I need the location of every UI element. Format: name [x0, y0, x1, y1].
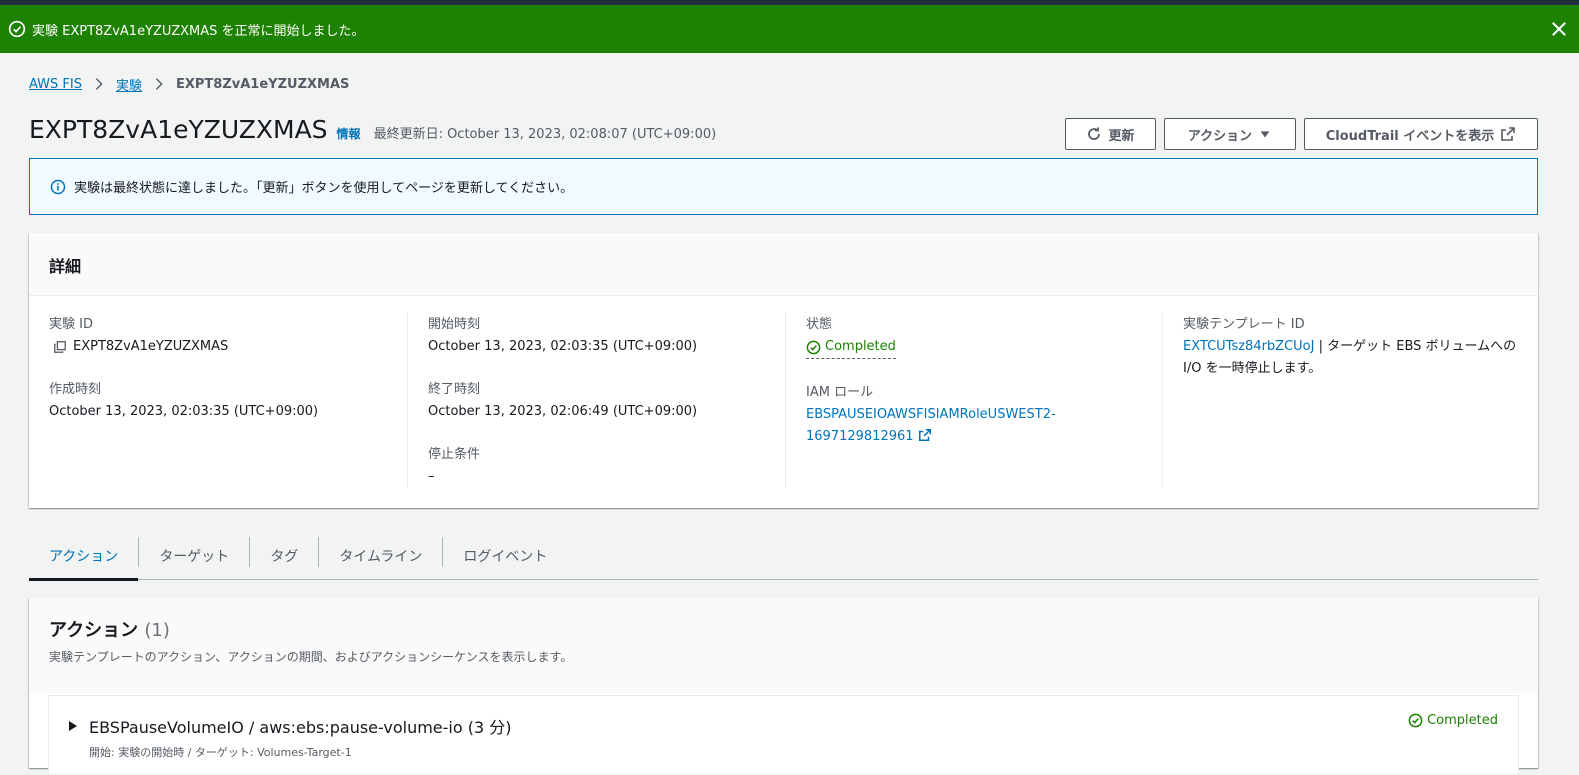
- info-icon: [50, 179, 66, 194]
- breadcrumb-link-aws-fis[interactable]: AWS FIS: [29, 77, 82, 92]
- caret-right-icon[interactable]: [69, 721, 77, 731]
- caret-down-icon: [1260, 131, 1270, 138]
- actions-description: 実験テンプレートのアクション、アクションの期間、およびアクションシーケンスを表示…: [49, 650, 573, 664]
- template-id-label: 実験テンプレート ID: [1183, 317, 1305, 332]
- details-panel: 詳細 実験 ID EXPT8ZvA1eYZUZXMAS 作成時刻 October…: [29, 233, 1538, 508]
- check-circle-icon: [806, 340, 821, 354]
- actions-panel: アクション (1) 実験テンプレートのアクション、アクションの期間、およびアクシ…: [29, 598, 1538, 775]
- last-updated: 最終更新日: October 13, 2023, 02:08:07 (UTC+0…: [373, 127, 717, 142]
- info-alert: 実験は最終状態に達しました。「更新」ボタンを使用してページを更新してください。: [29, 158, 1538, 215]
- cloudtrail-events-button[interactable]: CloudTrail イベントを表示: [1304, 118, 1538, 150]
- info-link[interactable]: 情報: [337, 125, 361, 142]
- iam-role-line-2: 1697129812961: [806, 428, 914, 444]
- alert-message: 実験は最終状態に達しました。「更新」ボタンを使用してページを更新してください。: [74, 181, 574, 196]
- page-title: EXPT8ZvA1eYZUZXMAS: [29, 115, 328, 144]
- refresh-label: 更新: [1108, 128, 1135, 144]
- tab-actions[interactable]: アクション: [29, 533, 139, 581]
- external-link-icon: [1501, 127, 1516, 141]
- details-column-3: 状態 Completed IAM ロール EBSPAUSEIOAWSFISIAM…: [785, 313, 1162, 488]
- actions-heading: アクション (1): [49, 616, 1518, 642]
- chevron-right-icon: [155, 78, 163, 90]
- close-icon[interactable]: [1549, 19, 1569, 39]
- copy-icon[interactable]: [53, 340, 67, 354]
- iam-role-line-1: EBSPAUSEIOAWSFISIAMRoleUSWEST2-: [806, 406, 1056, 422]
- flash-message: 実験 EXPT8ZvA1eYZUZXMAS を正常に開始しました。: [32, 23, 365, 39]
- state-status[interactable]: Completed: [806, 336, 896, 359]
- details-column-2: 開始時刻 October 13, 2023, 02:03:35 (UTC+09:…: [407, 313, 785, 488]
- stop-condition-label: 停止条件: [428, 447, 481, 462]
- end-time-value: October 13, 2023, 02:06:49 (UTC+09:00): [428, 404, 698, 419]
- check-circle-icon: [8, 20, 26, 38]
- actions-label: アクション: [1187, 128, 1253, 144]
- breadcrumb-current: EXPT8ZvA1eYZUZXMAS: [176, 76, 350, 92]
- action-subtitle: 開始: 実験の開始時 / ターゲット: Volumes-Target-1: [89, 746, 352, 759]
- check-circle-icon: [1408, 713, 1423, 728]
- state-label: 状態: [806, 317, 833, 332]
- start-time-label: 開始時刻: [428, 317, 481, 332]
- cloudtrail-label: CloudTrail イベントを表示: [1325, 128, 1495, 144]
- refresh-button[interactable]: 更新: [1065, 118, 1156, 150]
- experiment-id-value: EXPT8ZvA1eYZUZXMAS: [73, 339, 229, 354]
- action-title: EBSPauseVolumeIO / aws:ebs:pause-volume-…: [89, 718, 512, 737]
- action-item[interactable]: EBSPauseVolumeIO / aws:ebs:pause-volume-…: [48, 695, 1519, 775]
- success-flashbar: 実験 EXPT8ZvA1eYZUZXMAS を正常に開始しました。: [0, 5, 1579, 53]
- iam-role-link[interactable]: EBSPAUSEIOAWSFISIAMRoleUSWEST2- 16971298…: [806, 404, 1162, 448]
- tab-targets[interactable]: ターゲット: [139, 533, 249, 579]
- created-label: 作成時刻: [49, 382, 102, 397]
- created-value: October 13, 2023, 02:03:35 (UTC+09:00): [49, 404, 319, 419]
- details-column-1: 実験 ID EXPT8ZvA1eYZUZXMAS 作成時刻 October 13…: [29, 313, 407, 488]
- end-time-label: 終了時刻: [428, 382, 481, 397]
- chevron-right-icon: [95, 78, 103, 90]
- tab-tags[interactable]: タグ: [250, 533, 318, 579]
- state-value: Completed: [825, 339, 896, 354]
- actions-title: アクション: [49, 620, 139, 641]
- actions-dropdown-button[interactable]: アクション: [1164, 118, 1296, 150]
- start-time-value: October 13, 2023, 02:03:35 (UTC+09:00): [428, 339, 698, 354]
- action-status: Completed: [1408, 713, 1498, 728]
- breadcrumb-link-experiments[interactable]: 実験: [116, 75, 142, 94]
- stop-condition-value: –: [428, 469, 435, 484]
- breadcrumb: AWS FIS 実験 EXPT8ZvA1eYZUZXMAS: [29, 74, 349, 94]
- action-status-value: Completed: [1427, 713, 1498, 728]
- page-header: EXPT8ZvA1eYZUZXMAS 情報 最終更新日: October 13,…: [29, 115, 716, 151]
- template-id-link[interactable]: EXTCUTsz84rbZCUoJ: [1183, 339, 1314, 354]
- external-link-icon: [918, 428, 931, 441]
- details-title: 詳細: [29, 233, 1538, 296]
- actions-count: (1): [144, 620, 170, 641]
- details-column-4: 実験テンプレート ID EXTCUTsz84rbZCUoJ | ターゲット EB…: [1162, 313, 1538, 488]
- tab-bar: アクション ターゲット タグ タイムライン ログイベント: [29, 533, 1538, 581]
- tab-log-events[interactable]: ログイベント: [443, 533, 567, 579]
- iam-role-label: IAM ロール: [806, 384, 874, 400]
- experiment-id-label: 実験 ID: [49, 317, 93, 332]
- tab-timeline[interactable]: タイムライン: [319, 533, 442, 579]
- refresh-icon: [1088, 127, 1101, 140]
